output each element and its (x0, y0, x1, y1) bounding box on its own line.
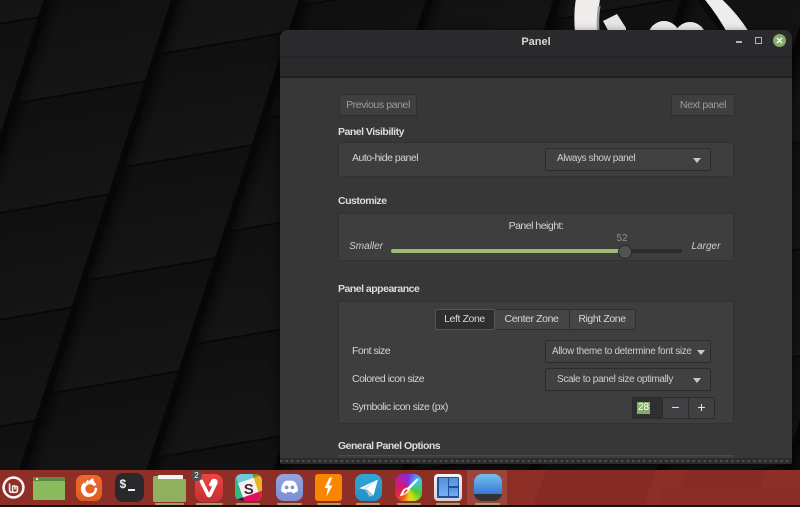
svg-text:S: S (243, 480, 253, 497)
